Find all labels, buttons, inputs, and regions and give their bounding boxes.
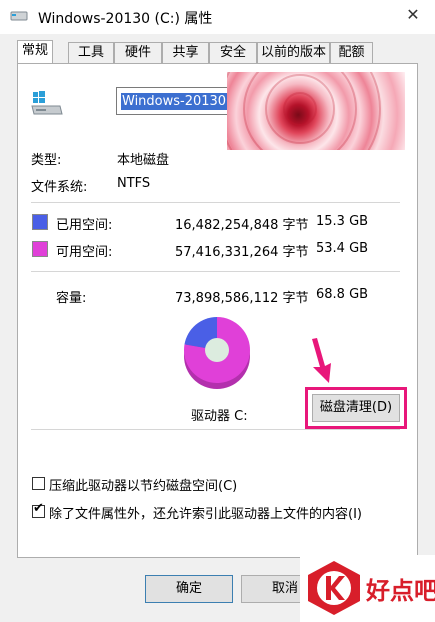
windows-drive-icon: [30, 90, 64, 116]
used-space-label: 已用空间:: [56, 218, 113, 233]
window-title: Windows-20130 (C:) 属性: [38, 11, 213, 27]
free-space-swatch: [32, 241, 48, 257]
drive-name-text: Windows-20130: [121, 93, 228, 110]
overlay-photo: [227, 72, 405, 150]
tab-hardware[interactable]: 硬件: [114, 42, 162, 63]
drive-icon: [10, 9, 28, 23]
pointer-arrow-icon: [312, 338, 331, 383]
tab-quota[interactable]: 配额: [330, 42, 373, 63]
pie-center: [205, 338, 229, 362]
tab-tools[interactable]: 工具: [68, 42, 114, 63]
tab-security[interactable]: 安全: [209, 42, 257, 63]
separator: [31, 202, 400, 203]
close-icon[interactable]: ✕: [402, 4, 424, 26]
used-space-size: 15.3 GB: [316, 214, 369, 229]
tab-general[interactable]: 常规: [17, 40, 53, 64]
index-label: 除了文件属性外，还允许索引此驱动器上文件的内容(I): [49, 507, 362, 522]
watermark-logo: 好点吧: [300, 555, 435, 622]
disk-usage-pie: [184, 317, 250, 389]
watermark-text: 好点吧: [366, 577, 435, 605]
index-checkbox[interactable]: ✔: [32, 501, 45, 518]
compress-label: 压缩此驱动器以节约磁盘空间(C): [49, 479, 238, 494]
separator: [31, 429, 400, 430]
free-space-bytes: 57,416,331,264 字节: [175, 245, 309, 260]
used-space-bytes: 16,482,254,848 字节: [175, 218, 309, 233]
filesystem-label: 文件系统:: [31, 180, 88, 195]
highlight-box: [305, 387, 407, 429]
tab-previous-versions[interactable]: 以前的版本: [257, 42, 330, 63]
compress-checkbox[interactable]: [32, 477, 45, 490]
capacity-label: 容量:: [56, 291, 87, 306]
used-space-swatch: [32, 214, 48, 230]
title-bar: Windows-20130 (C:) 属性 ✕: [0, 0, 435, 34]
drive-name-input[interactable]: Windows-20130: [116, 87, 229, 115]
type-value: 本地磁盘: [117, 153, 170, 168]
drive-properties-dialog: Windows-20130 (C:) 属性 ✕ 常规 工具 硬件 共享 安全 以…: [0, 0, 435, 622]
drive-caption: 驱动器 C:: [191, 409, 248, 424]
checkmark-icon: ✔: [33, 501, 44, 516]
tab-sharing[interactable]: 共享: [162, 42, 209, 63]
ok-button[interactable]: 确定: [145, 575, 233, 603]
free-space-size: 53.4 GB: [316, 241, 369, 256]
free-space-label: 可用空间:: [56, 245, 113, 260]
capacity-bytes: 73,898,586,112 字节: [175, 291, 309, 306]
separator: [31, 271, 400, 272]
capacity-size: 68.8 GB: [316, 287, 369, 302]
type-label: 类型:: [31, 153, 62, 168]
logo-icon: [308, 561, 360, 615]
filesystem-value: NTFS: [117, 176, 151, 191]
